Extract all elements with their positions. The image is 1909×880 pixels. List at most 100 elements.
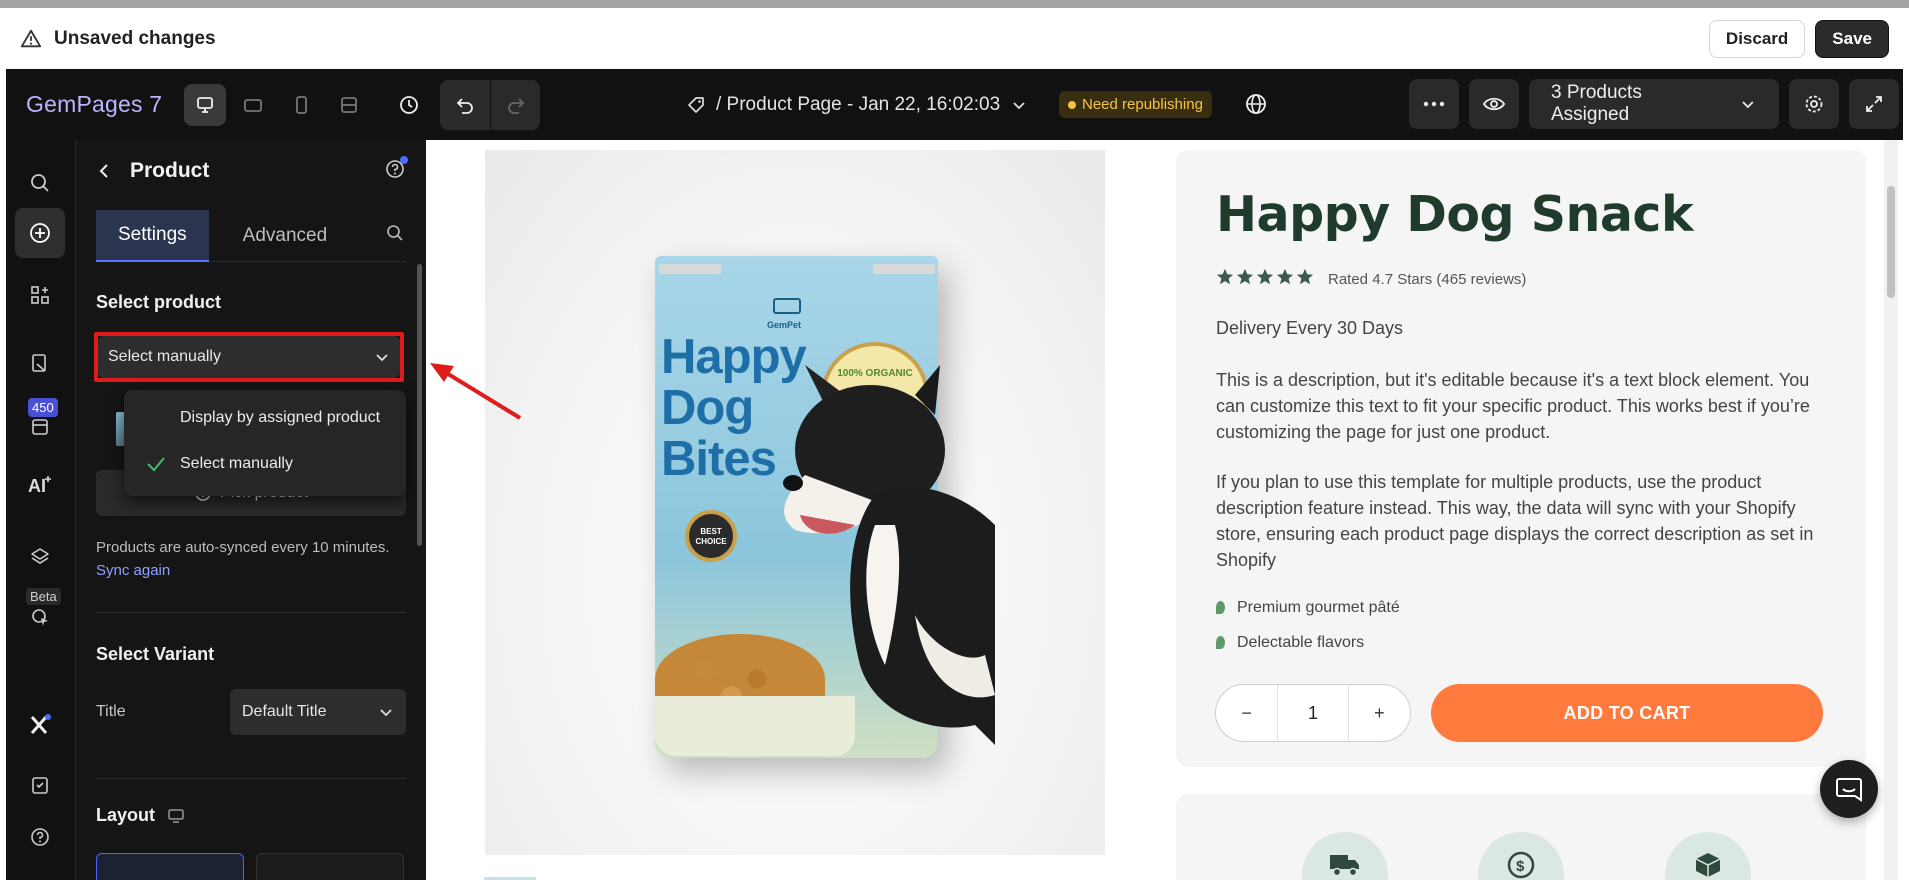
feature-bullets: Premium gourmet pâté Delectable flavors	[1216, 590, 1400, 660]
quantity-increase-button[interactable]: +	[1349, 703, 1410, 724]
description-paragraph: If you plan to use this template for mul…	[1216, 472, 1814, 570]
tab-advanced[interactable]: Advanced	[221, 210, 350, 262]
undo-icon[interactable]	[440, 80, 490, 130]
star-icon	[1216, 268, 1234, 285]
select-product-options-menu: Display by assigned product Select manua…	[124, 390, 406, 496]
help-question-icon[interactable]	[15, 812, 65, 862]
help-icon[interactable]	[384, 155, 408, 185]
list-item: Premium gourmet pâté	[1216, 590, 1400, 625]
toolbar-right-actions: 3 Products Assigned	[1409, 79, 1899, 129]
truck-icon	[1302, 832, 1388, 880]
bowl-logo-icon	[773, 298, 801, 314]
select-product-heading: Select product	[96, 292, 222, 312]
quantity-decrease-button[interactable]: −	[1216, 703, 1277, 724]
chat-support-icon[interactable]	[1820, 760, 1878, 818]
products-assigned-dropdown[interactable]: 3 Products Assigned	[1529, 79, 1779, 129]
save-button[interactable]: Save	[1815, 19, 1889, 58]
warning-icon	[20, 29, 42, 47]
sync-again-link[interactable]: Sync again	[96, 562, 170, 579]
list-item: Delectable flavors	[1216, 625, 1400, 660]
chevron-down-icon	[1013, 101, 1025, 109]
responsive-view-icon[interactable]	[328, 84, 370, 126]
pages-icon[interactable]	[15, 338, 65, 388]
language-globe-icon[interactable]	[1236, 84, 1276, 129]
add-to-cart-button[interactable]: ADD TO CART	[1431, 684, 1823, 742]
tablet-view-icon[interactable]	[232, 84, 274, 126]
star-icon	[1256, 268, 1274, 285]
page-title-selector[interactable]: / Product Page - Jan 22, 16:02:03	[686, 69, 1028, 140]
unsaved-changes-bar: Unsaved changes Discard Save	[0, 0, 1909, 69]
status-badge-label: Need republishing	[1082, 96, 1203, 113]
leaf-icon	[1216, 636, 1225, 649]
quantity-stepper: − 1 +	[1215, 684, 1411, 742]
option-display-by-assigned[interactable]: Display by assigned product	[124, 398, 406, 438]
back-chevron-icon[interactable]	[96, 162, 112, 180]
search-icon[interactable]	[386, 224, 404, 247]
ai-sparkle-icon[interactable]: AI	[15, 460, 65, 510]
layout-option-2[interactable]	[256, 853, 404, 880]
panel-header: Product	[76, 140, 426, 202]
app-root: Unsaved changes Discard Save GemPages 7	[0, 0, 1909, 880]
product-settings-panel: Product Settings Advanced Select product…	[76, 140, 426, 880]
layout-heading-row: Layout	[96, 805, 185, 826]
panel-scrollbar[interactable]	[417, 264, 422, 546]
apps-grid-icon[interactable]	[15, 270, 65, 320]
unsaved-message: Unsaved changes	[54, 27, 216, 49]
search-icon[interactable]	[15, 158, 65, 208]
canvas-scrollbar[interactable]	[1884, 140, 1898, 880]
quantity-input[interactable]: 1	[1277, 684, 1349, 742]
chevron-down-icon	[1742, 101, 1754, 109]
mobile-view-icon[interactable]	[280, 84, 322, 126]
dog-illustration	[783, 365, 995, 745]
layout-option-1[interactable]	[96, 853, 244, 880]
integrations-x-icon[interactable]	[15, 700, 65, 750]
settings-gear-icon[interactable]	[1789, 79, 1839, 129]
leaf-icon	[1216, 601, 1225, 614]
sync-note: Products are auto-synced every 10 minute…	[96, 536, 396, 582]
bullet-text: Premium gourmet pâté	[1237, 598, 1400, 616]
description-paragraph: This is a description, but it's editable…	[1216, 370, 1810, 442]
checkmark-icon	[147, 457, 165, 472]
star-icon	[1296, 268, 1314, 285]
best-choice-badge: BEST CHOICE	[685, 510, 737, 562]
tag-icon	[688, 96, 704, 113]
redo-icon[interactable]	[490, 79, 540, 130]
status-badge: Need republishing	[1059, 91, 1212, 118]
desktop-view-icon[interactable]	[184, 83, 227, 126]
variant-select[interactable]: Default Title	[230, 689, 406, 735]
library-icon[interactable]	[15, 402, 65, 452]
features-card: $	[1176, 794, 1866, 880]
svg-text:AI: AI	[28, 476, 46, 496]
app-logo: GemPages 7	[26, 91, 163, 117]
product-info-card: Happy Dog Snack Rated 4.7 Stars (465 rev…	[1176, 150, 1866, 767]
left-icon-rail: 450 AI Beta	[6, 140, 76, 880]
page-canvas: GemPet Happy Dog Bites 100% ORGANIC BEST…	[426, 140, 1898, 880]
cursor-target-icon[interactable]	[15, 592, 65, 642]
device-switcher	[184, 83, 370, 126]
undo-redo-group	[440, 79, 541, 130]
preview-eye-icon[interactable]	[1469, 79, 1519, 129]
canvas-scroll-thumb[interactable]	[1887, 186, 1895, 298]
discard-button[interactable]: Discard	[1708, 19, 1806, 58]
panel-title: Product	[130, 159, 210, 182]
star-rating	[1216, 268, 1314, 286]
delivery-text: Delivery Every 30 Days	[1216, 318, 1404, 338]
select-variant-heading: Select Variant	[96, 644, 215, 664]
status-dot	[1068, 100, 1076, 109]
variant-value: Default Title	[242, 703, 327, 720]
editor-toolbar: GemPages 7 / Product Page - Jan 22, 16:0…	[6, 69, 1903, 140]
product-image[interactable]: GemPet Happy Dog Bites 100% ORGANIC BEST…	[485, 150, 1105, 855]
more-options-icon[interactable]	[1409, 79, 1459, 129]
divider	[96, 778, 406, 779]
fullscreen-expand-icon[interactable]	[1849, 79, 1899, 129]
option-label: Display by assigned product	[180, 409, 381, 426]
layers-icon[interactable]	[15, 532, 65, 582]
add-element-icon[interactable]	[15, 208, 65, 258]
checklist-icon[interactable]	[15, 760, 65, 810]
divider	[96, 612, 406, 613]
option-select-manually[interactable]: Select manually	[124, 444, 406, 484]
history-icon[interactable]	[388, 84, 430, 126]
tab-settings[interactable]: Settings	[96, 209, 209, 262]
package-box-icon	[1665, 832, 1751, 880]
option-label: Select manually	[180, 455, 293, 472]
